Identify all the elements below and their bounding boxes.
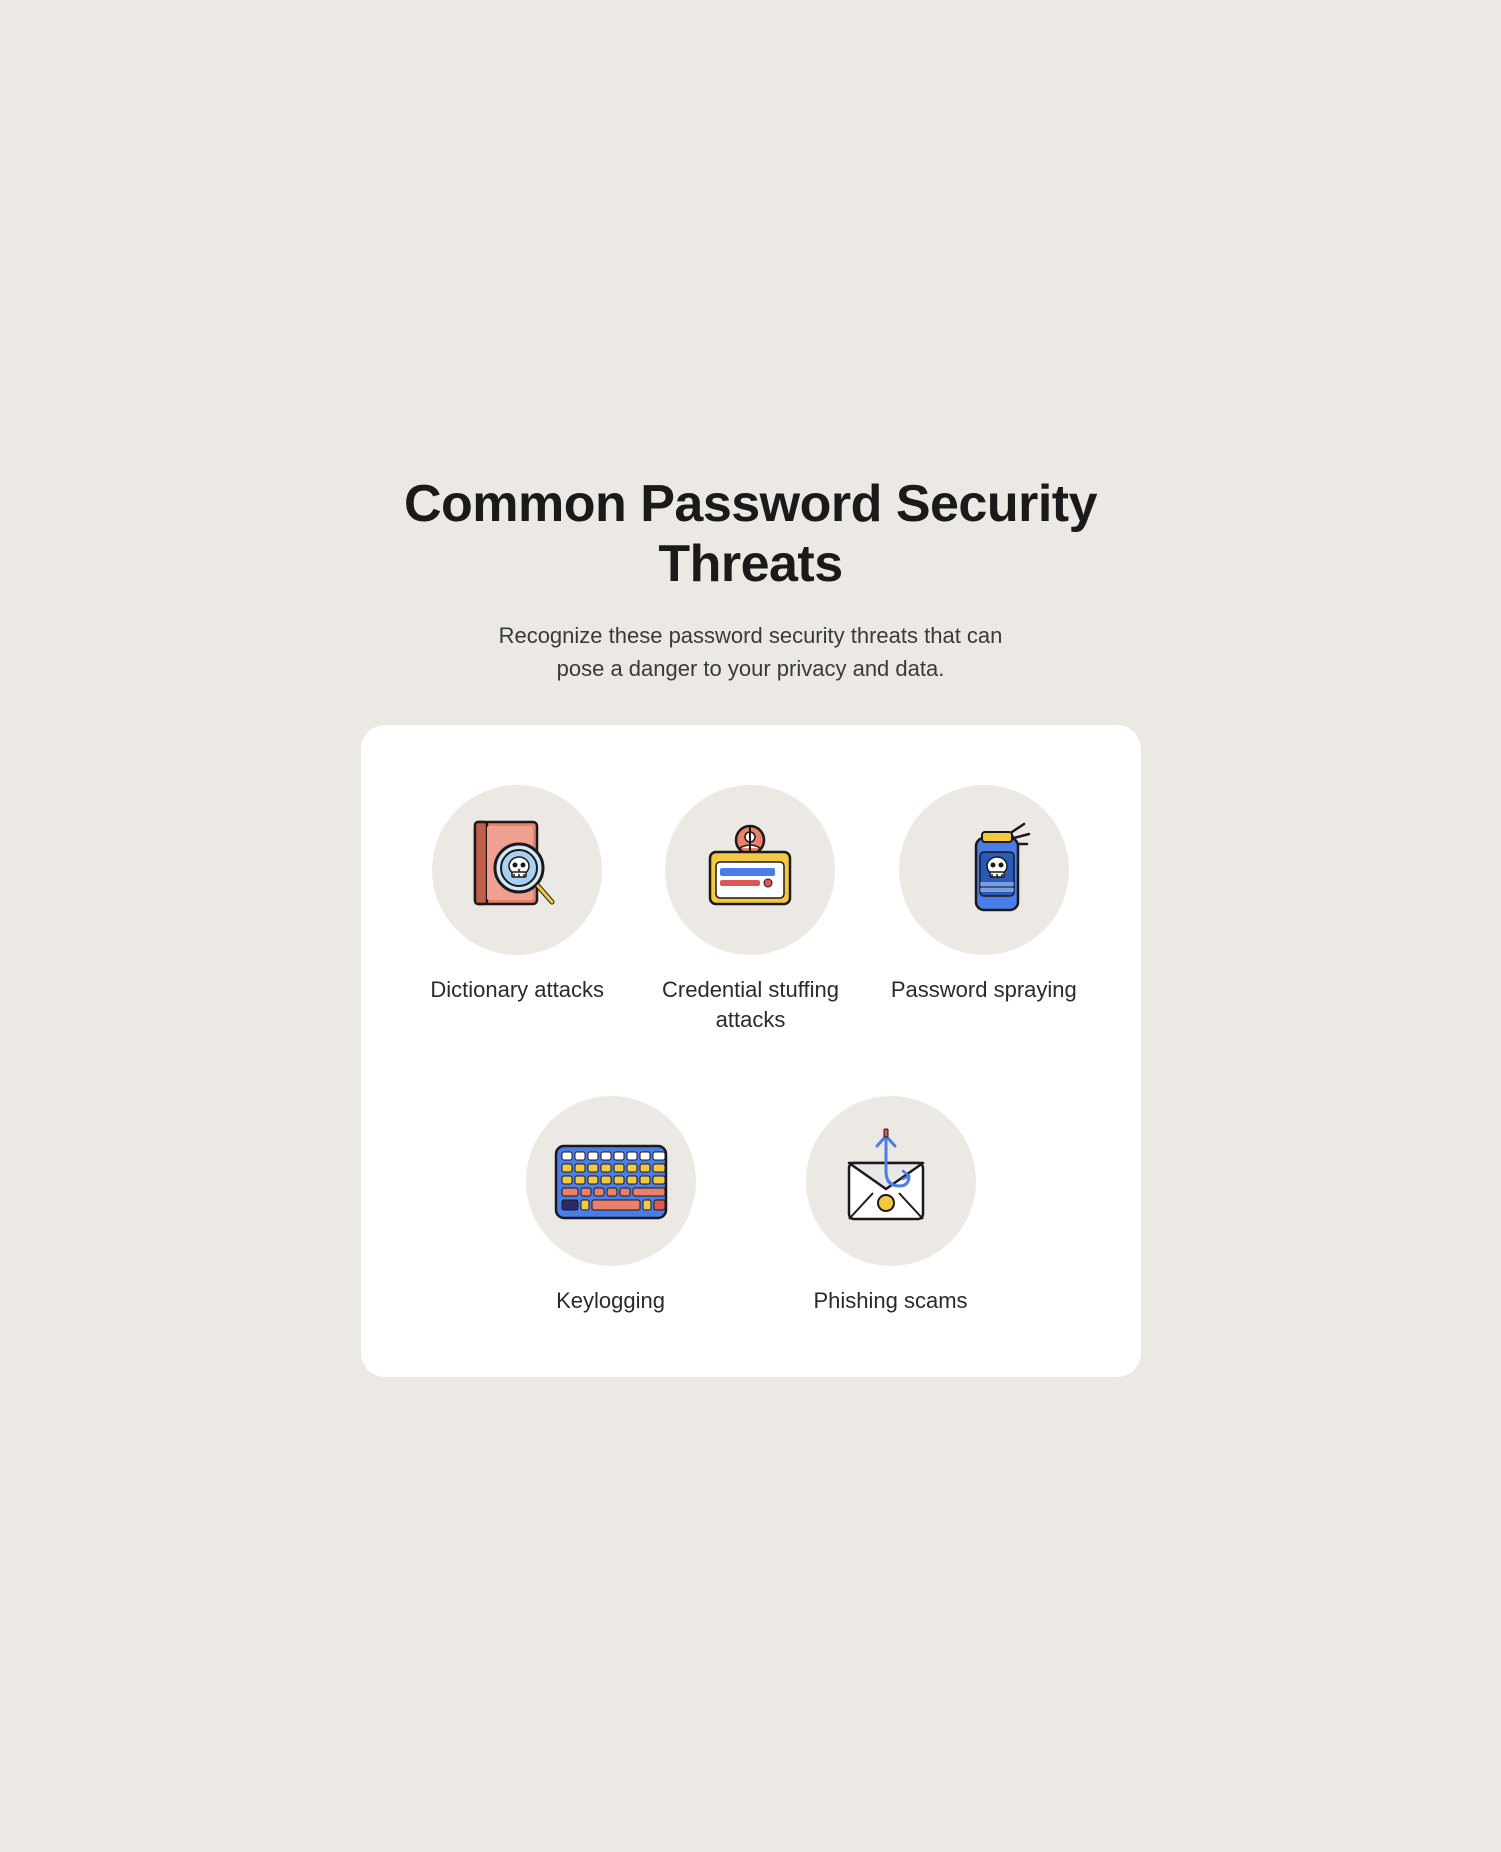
dictionary-label: Dictionary attacks xyxy=(430,975,604,1006)
page-title: Common Password Security Threats xyxy=(361,475,1141,595)
dictionary-icon xyxy=(457,810,577,930)
phishing-icon xyxy=(831,1121,951,1241)
threats-card: Dictionary attacks xyxy=(361,725,1141,1377)
spray-icon xyxy=(924,810,1044,930)
threat-item-keylogging: Keylogging xyxy=(511,1096,711,1317)
spray-label: Password spraying xyxy=(891,975,1077,1006)
threats-row-2: Keylogging xyxy=(411,1096,1091,1317)
credential-label: Credential stuffing attacks xyxy=(644,975,857,1037)
keyboard-icon xyxy=(546,1126,676,1236)
credential-icon xyxy=(690,810,810,930)
threat-item-dictionary: Dictionary attacks xyxy=(411,785,624,1006)
keyboard-icon-circle xyxy=(526,1096,696,1266)
threat-item-credential: Credential stuffing attacks xyxy=(644,785,857,1037)
page-wrapper: Common Password Security Threats Recogni… xyxy=(361,475,1141,1377)
threats-row-1: Dictionary attacks xyxy=(411,785,1091,1037)
keylogging-label: Keylogging xyxy=(556,1286,665,1317)
dictionary-icon-circle xyxy=(432,785,602,955)
threat-item-spray: Password spraying xyxy=(877,785,1090,1006)
header: Common Password Security Threats Recogni… xyxy=(361,475,1141,685)
page-subtitle: Recognize these password security threat… xyxy=(491,619,1011,685)
spray-icon-circle xyxy=(899,785,1069,955)
threat-item-phishing: Phishing scams xyxy=(791,1096,991,1317)
phishing-icon-circle xyxy=(806,1096,976,1266)
credential-icon-circle xyxy=(665,785,835,955)
phishing-label: Phishing scams xyxy=(813,1286,967,1317)
